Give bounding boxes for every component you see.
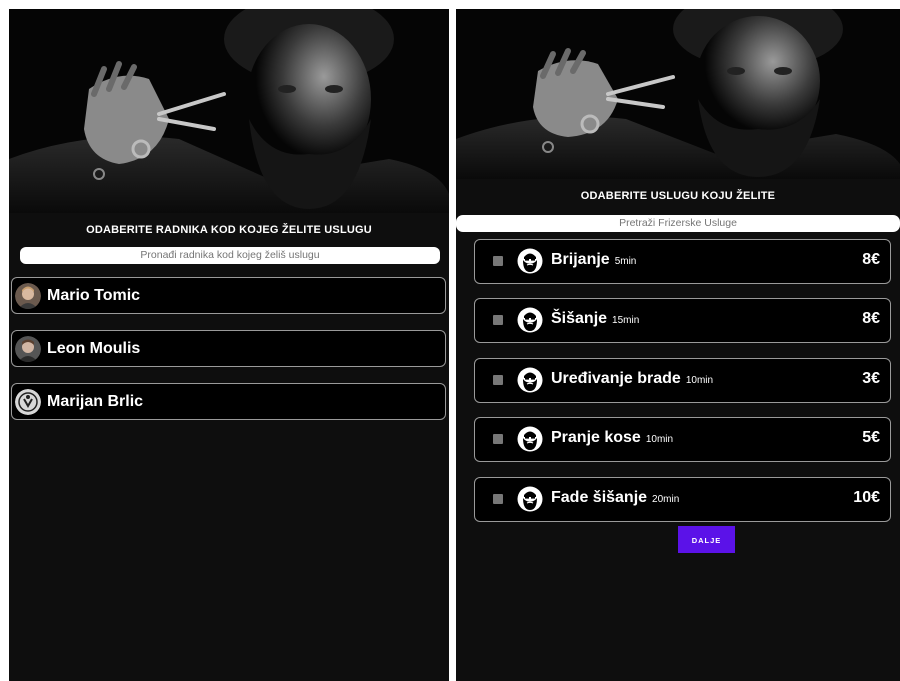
worker-item-marijan-brlic[interactable]: Marijan Brlic — [11, 383, 446, 420]
worker-name: Marijan Brlic — [47, 392, 144, 410]
service-price: 3€ — [862, 370, 880, 387]
service-duration: 10min — [685, 375, 714, 386]
worker-item-leon-moulis[interactable]: Leon Moulis — [11, 330, 446, 367]
worker-name: Mario Tomic — [47, 286, 141, 304]
worker-name: Leon Moulis — [47, 339, 141, 357]
service-price: 8€ — [862, 251, 880, 268]
service-item-brijanje[interactable]: Brijanje 5min 8€ — [474, 239, 891, 284]
service-checkbox[interactable] — [493, 256, 503, 266]
next-button[interactable]: DALJE — [678, 526, 735, 553]
user-avatar-photo-icon — [15, 388, 41, 415]
avatar — [15, 335, 41, 362]
service-checkbox[interactable] — [493, 494, 503, 504]
service-duration: 20min — [652, 494, 680, 505]
bearded-man-icon — [517, 486, 543, 512]
service-price: 8€ — [862, 310, 880, 327]
service-name: Pranje kose 10min — [551, 429, 674, 446]
service-duration: 15min — [612, 315, 640, 326]
page-title: ODABERITE RADNIKA KOD KOJEG ŽELITE USLUG… — [86, 224, 372, 236]
service-price: 5€ — [862, 429, 880, 446]
service-name: Šišanje 15min — [551, 310, 640, 327]
hero-image — [9, 9, 449, 213]
bearded-man-icon — [517, 426, 543, 452]
service-checkbox[interactable] — [493, 375, 503, 385]
avatar — [15, 282, 41, 309]
bearded-man-icon — [517, 307, 543, 333]
bearded-man-icon — [517, 367, 543, 393]
service-search-input[interactable] — [456, 215, 900, 232]
service-price: 10€ — [853, 489, 880, 506]
user-avatar-photo-icon — [15, 282, 41, 309]
service-name: Brijanje 5min — [551, 251, 637, 268]
barber-hero-image — [456, 9, 900, 179]
bearded-man-icon — [517, 248, 543, 274]
service-checkbox[interactable] — [493, 315, 503, 325]
worker-selection-screen: ODABERITE RADNIKA KOD KOJEG ŽELITE USLUG… — [9, 9, 449, 681]
service-duration: 10min — [645, 434, 674, 445]
service-checkbox[interactable] — [493, 434, 503, 444]
hero-image — [456, 9, 900, 179]
user-avatar-photo-icon — [15, 335, 41, 362]
service-item-fade-sisanje[interactable]: Fade šišanje 20min 10€ — [474, 477, 891, 522]
service-item-sisanje[interactable]: Šišanje 15min 8€ — [474, 298, 891, 343]
service-name: Fade šišanje 20min — [551, 489, 680, 506]
service-item-uredivanje-brade[interactable]: Uređivanje brade 10min 3€ — [474, 358, 891, 403]
service-duration: 5min — [614, 256, 637, 267]
page-title: ODABERITE USLUGU KOJU ŽELITE — [580, 190, 776, 202]
worker-item-mario-tomic[interactable]: Mario Tomic — [11, 277, 446, 314]
avatar — [15, 388, 41, 415]
worker-search-input[interactable] — [20, 247, 440, 264]
service-item-pranje-kose[interactable]: Pranje kose 10min 5€ — [474, 417, 891, 462]
barber-hero-image — [9, 9, 449, 213]
service-name: Uređivanje brade 10min — [551, 370, 714, 387]
service-selection-screen: ODABERITE USLUGU KOJU ŽELITE Brijanje5mi… — [456, 9, 900, 681]
